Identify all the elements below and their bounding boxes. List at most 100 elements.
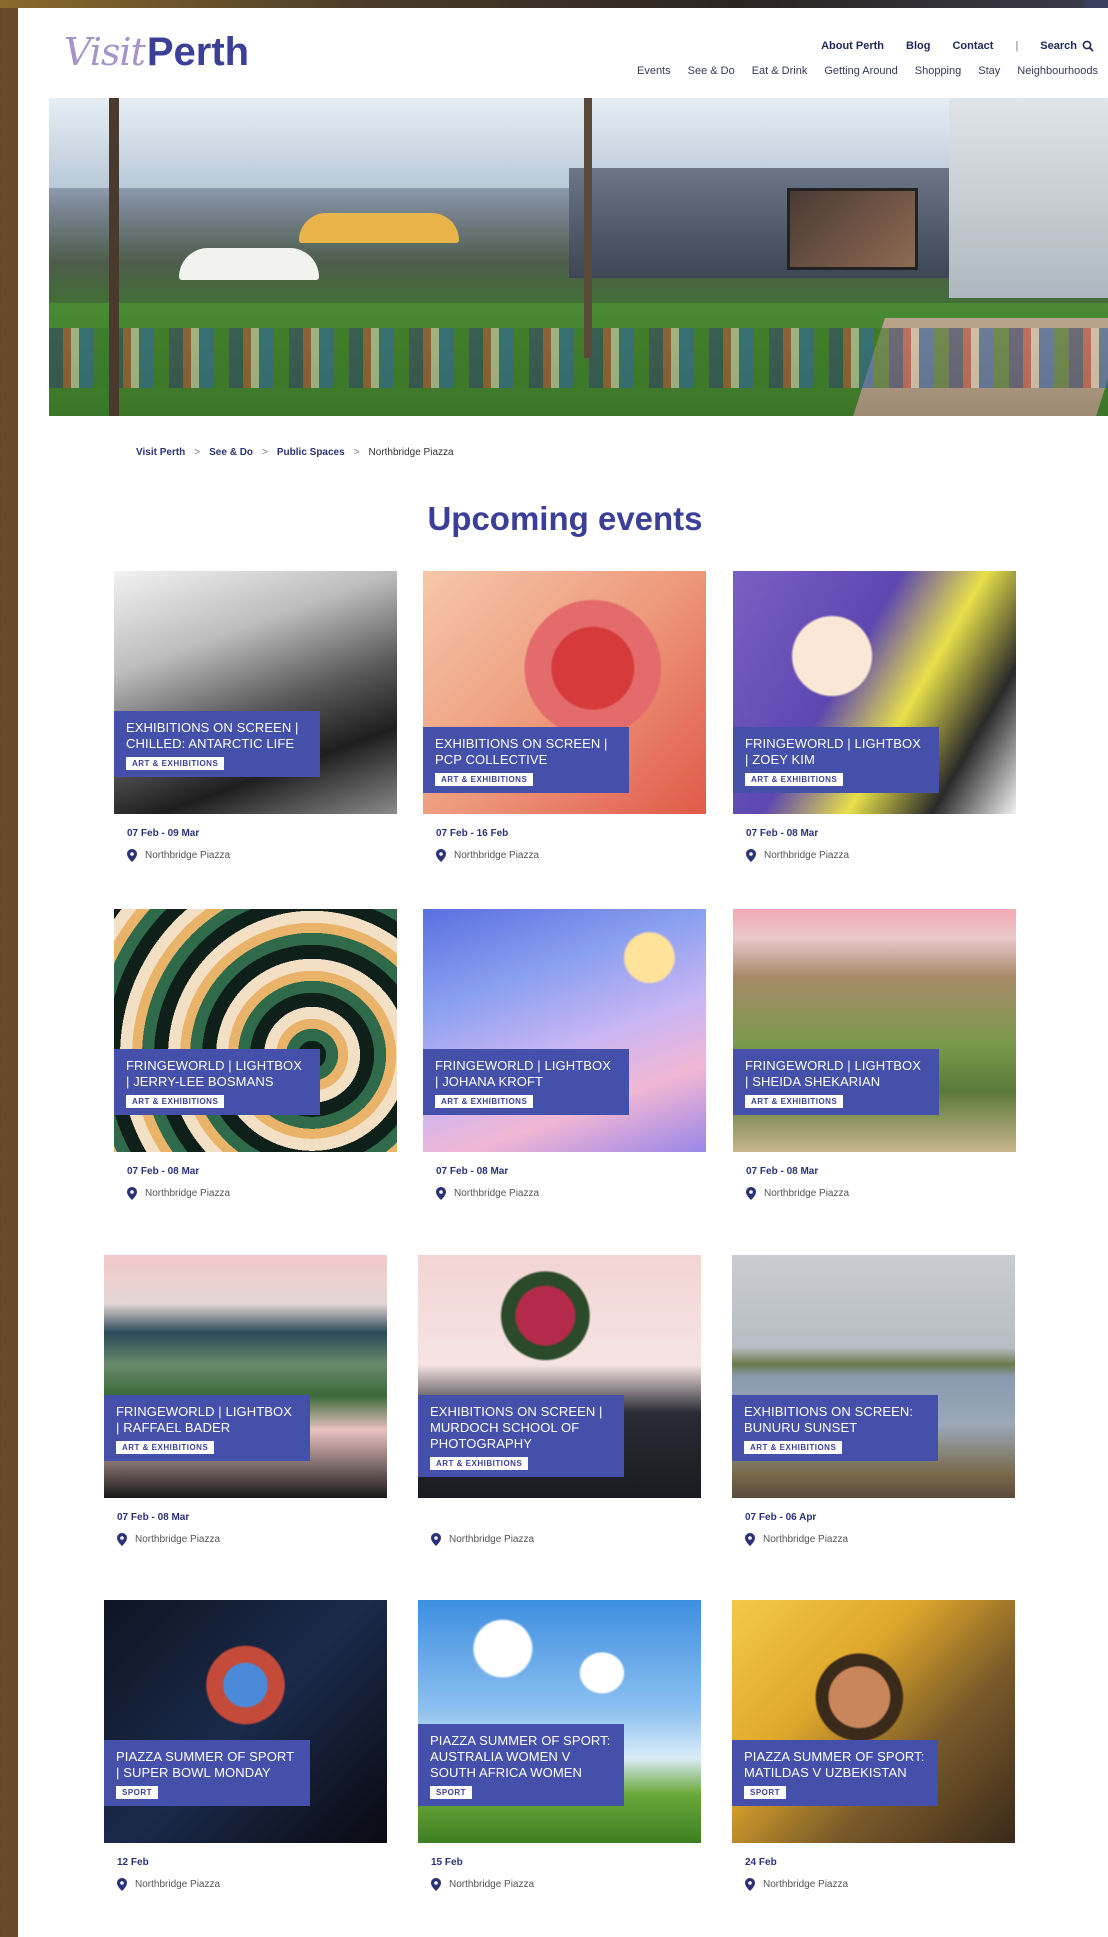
category-tag[interactable]: ART & EXHIBITIONS — [126, 757, 225, 770]
map-pin-icon — [436, 849, 446, 862]
location-text: Northbridge Piazza — [454, 850, 540, 861]
event-card[interactable]: FRINGEWORLD | LIGHTBOX | JOHANA KROFT AR… — [423, 909, 706, 1200]
event-overlay: FRINGEWORLD | LIGHTBOX | JOHANA KROFT AR… — [423, 1049, 629, 1115]
event-date: 07 Feb - 08 Mar — [117, 1512, 190, 1523]
event-overlay: EXHIBITIONS ON SCREEN: BUNURU SUNSET ART… — [732, 1395, 938, 1461]
hero-umbrella — [299, 213, 459, 243]
event-card[interactable]: FRINGEWORLD | LIGHTBOX | RAFFAEL BADER A… — [104, 1255, 387, 1546]
event-location: Northbridge Piazza — [431, 1533, 701, 1546]
event-image: FRINGEWORLD | LIGHTBOX | RAFFAEL BADER A… — [104, 1255, 387, 1498]
map-pin-icon — [745, 1533, 755, 1546]
event-image: FRINGEWORLD | LIGHTBOX | JOHANA KROFT AR… — [423, 909, 706, 1152]
nav-events[interactable]: Events — [637, 65, 671, 77]
page: Visit Perth About Perth Blog Contact | S… — [18, 8, 1108, 1937]
category-tag[interactable]: ART & EXHIBITIONS — [745, 773, 844, 786]
event-card[interactable]: EXHIBITIONS ON SCREEN | MURDOCH SCHOOL O… — [418, 1255, 701, 1546]
breadcrumb-separator: > — [194, 447, 201, 458]
search-icon — [1082, 40, 1094, 52]
event-card[interactable]: EXHIBITIONS ON SCREEN | PCP COLLECTIVE A… — [423, 571, 706, 862]
hero-building-tall — [949, 98, 1108, 298]
event-date: 07 Feb - 16 Feb — [436, 828, 509, 839]
category-tag[interactable]: ART & EXHIBITIONS — [745, 1095, 844, 1108]
location-text: Northbridge Piazza — [135, 1534, 221, 1545]
category-tag[interactable]: ART & EXHIBITIONS — [435, 1095, 534, 1108]
category-tag[interactable]: SPORT — [116, 1786, 159, 1799]
breadcrumb-see-and-do[interactable]: See & Do — [209, 447, 253, 458]
event-title: PIAZZA SUMMER OF SPORT | SUPER BOWL MOND… — [116, 1749, 294, 1780]
category-tag[interactable]: ART & EXHIBITIONS — [744, 1441, 843, 1454]
nav-neighbourhoods[interactable]: Neighbourhoods — [1017, 65, 1098, 77]
breadcrumb-separator: > — [262, 447, 268, 458]
event-card[interactable]: PIAZZA SUMMER OF SPORT: AUSTRALIA WOMEN … — [418, 1600, 701, 1891]
map-pin-icon — [117, 1533, 127, 1546]
category-tag[interactable]: ART & EXHIBITIONS — [430, 1457, 529, 1470]
event-overlay: FRINGEWORLD | LIGHTBOX | ZOEY KIM ART & … — [733, 727, 939, 793]
search-label: Search — [1040, 40, 1077, 52]
nav-see-and-do[interactable]: See & Do — [688, 65, 735, 77]
location-text: Northbridge Piazza — [763, 1879, 849, 1890]
event-location: Northbridge Piazza — [117, 1878, 387, 1891]
category-tag[interactable]: ART & EXHIBITIONS — [435, 773, 534, 786]
event-title: FRINGEWORLD | LIGHTBOX | JOHANA KROFT — [435, 1058, 612, 1089]
nav-separator: | — [1015, 40, 1019, 52]
location-text: Northbridge Piazza — [764, 1188, 850, 1199]
hero-tree — [584, 98, 592, 358]
event-title: FRINGEWORLD | LIGHTBOX | RAFFAEL BADER — [116, 1404, 293, 1435]
search-button[interactable]: Search — [1040, 40, 1094, 52]
nav-shopping[interactable]: Shopping — [915, 65, 962, 77]
event-location: Northbridge Piazza — [745, 1878, 1015, 1891]
event-overlay: PIAZZA SUMMER OF SPORT: MATILDAS V UZBEK… — [732, 1740, 938, 1806]
event-card[interactable]: FRINGEWORLD | LIGHTBOX | ZOEY KIM ART & … — [733, 571, 1016, 862]
event-date: 07 Feb - 08 Mar — [746, 1166, 819, 1177]
event-overlay: EXHIBITIONS ON SCREEN | PCP COLLECTIVE A… — [423, 727, 629, 793]
category-tag[interactable]: ART & EXHIBITIONS — [126, 1095, 225, 1108]
map-pin-icon — [746, 1187, 756, 1200]
event-location: Northbridge Piazza — [436, 849, 706, 862]
event-card[interactable]: EXHIBITIONS ON SCREEN: BUNURU SUNSET ART… — [732, 1255, 1015, 1546]
category-tag[interactable]: SPORT — [744, 1786, 787, 1799]
map-pin-icon — [117, 1878, 127, 1891]
event-date: 07 Feb - 08 Mar — [127, 1166, 200, 1177]
nav-eat-and-drink[interactable]: Eat & Drink — [752, 65, 808, 77]
event-location: Northbridge Piazza — [746, 849, 1016, 862]
map-pin-icon — [436, 1187, 446, 1200]
event-card[interactable]: FRINGEWORLD | LIGHTBOX | SHEIDA SHEKARIA… — [733, 909, 1016, 1200]
event-title: PIAZZA SUMMER OF SPORT: AUSTRALIA WOMEN … — [430, 1733, 611, 1780]
nav-getting-around[interactable]: Getting Around — [824, 65, 897, 77]
event-image: PIAZZA SUMMER OF SPORT: MATILDAS V UZBEK… — [732, 1600, 1015, 1843]
nav-stay[interactable]: Stay — [978, 65, 1000, 77]
nav-about-perth[interactable]: About Perth — [821, 40, 884, 52]
event-image: FRINGEWORLD | LIGHTBOX | SHEIDA SHEKARIA… — [733, 909, 1016, 1152]
logo-visit-script: Visit — [64, 30, 146, 74]
hero-big-screen — [787, 188, 918, 270]
event-card[interactable]: EXHIBITIONS ON SCREEN | CHILLED: ANTARCT… — [114, 571, 397, 862]
event-card[interactable]: FRINGEWORLD | LIGHTBOX | JERRY-LEE BOSMA… — [114, 909, 397, 1200]
utility-nav: About Perth Blog Contact | Search — [821, 40, 1094, 52]
event-title: EXHIBITIONS ON SCREEN | PCP COLLECTIVE — [435, 736, 608, 767]
category-tag[interactable]: ART & EXHIBITIONS — [116, 1441, 215, 1454]
event-title: FRINGEWORLD | LIGHTBOX | ZOEY KIM — [745, 736, 922, 767]
location-text: Northbridge Piazza — [449, 1879, 535, 1890]
nav-contact[interactable]: Contact — [952, 40, 993, 52]
breadcrumb-public-spaces[interactable]: Public Spaces — [277, 447, 345, 458]
category-tag[interactable]: SPORT — [430, 1786, 473, 1799]
event-overlay: FRINGEWORLD | LIGHTBOX | JERRY-LEE BOSMA… — [114, 1049, 320, 1115]
map-pin-icon — [431, 1878, 441, 1891]
location-text: Northbridge Piazza — [145, 850, 231, 861]
event-image: EXHIBITIONS ON SCREEN | MURDOCH SCHOOL O… — [418, 1255, 701, 1498]
event-overlay: EXHIBITIONS ON SCREEN | MURDOCH SCHOOL O… — [418, 1395, 624, 1477]
site-logo[interactable]: Visit Perth — [64, 30, 249, 80]
map-pin-icon — [745, 1878, 755, 1891]
event-location: Northbridge Piazza — [745, 1533, 1015, 1546]
event-image: PIAZZA SUMMER OF SPORT: AUSTRALIA WOMEN … — [418, 1600, 701, 1843]
breadcrumb-visit-perth[interactable]: Visit Perth — [136, 447, 185, 458]
main-nav: Events See & Do Eat & Drink Getting Arou… — [637, 65, 1098, 77]
section-title: Upcoming events — [427, 500, 703, 537]
event-title: PIAZZA SUMMER OF SPORT: MATILDAS V UZBEK… — [744, 1749, 925, 1780]
event-card[interactable]: PIAZZA SUMMER OF SPORT: MATILDAS V UZBEK… — [732, 1600, 1015, 1891]
event-title: EXHIBITIONS ON SCREEN | CHILLED: ANTARCT… — [126, 720, 299, 751]
nav-blog[interactable]: Blog — [906, 40, 930, 52]
event-image: PIAZZA SUMMER OF SPORT | SUPER BOWL MOND… — [104, 1600, 387, 1843]
event-image: FRINGEWORLD | LIGHTBOX | JERRY-LEE BOSMA… — [114, 909, 397, 1152]
event-card[interactable]: PIAZZA SUMMER OF SPORT | SUPER BOWL MOND… — [104, 1600, 387, 1891]
